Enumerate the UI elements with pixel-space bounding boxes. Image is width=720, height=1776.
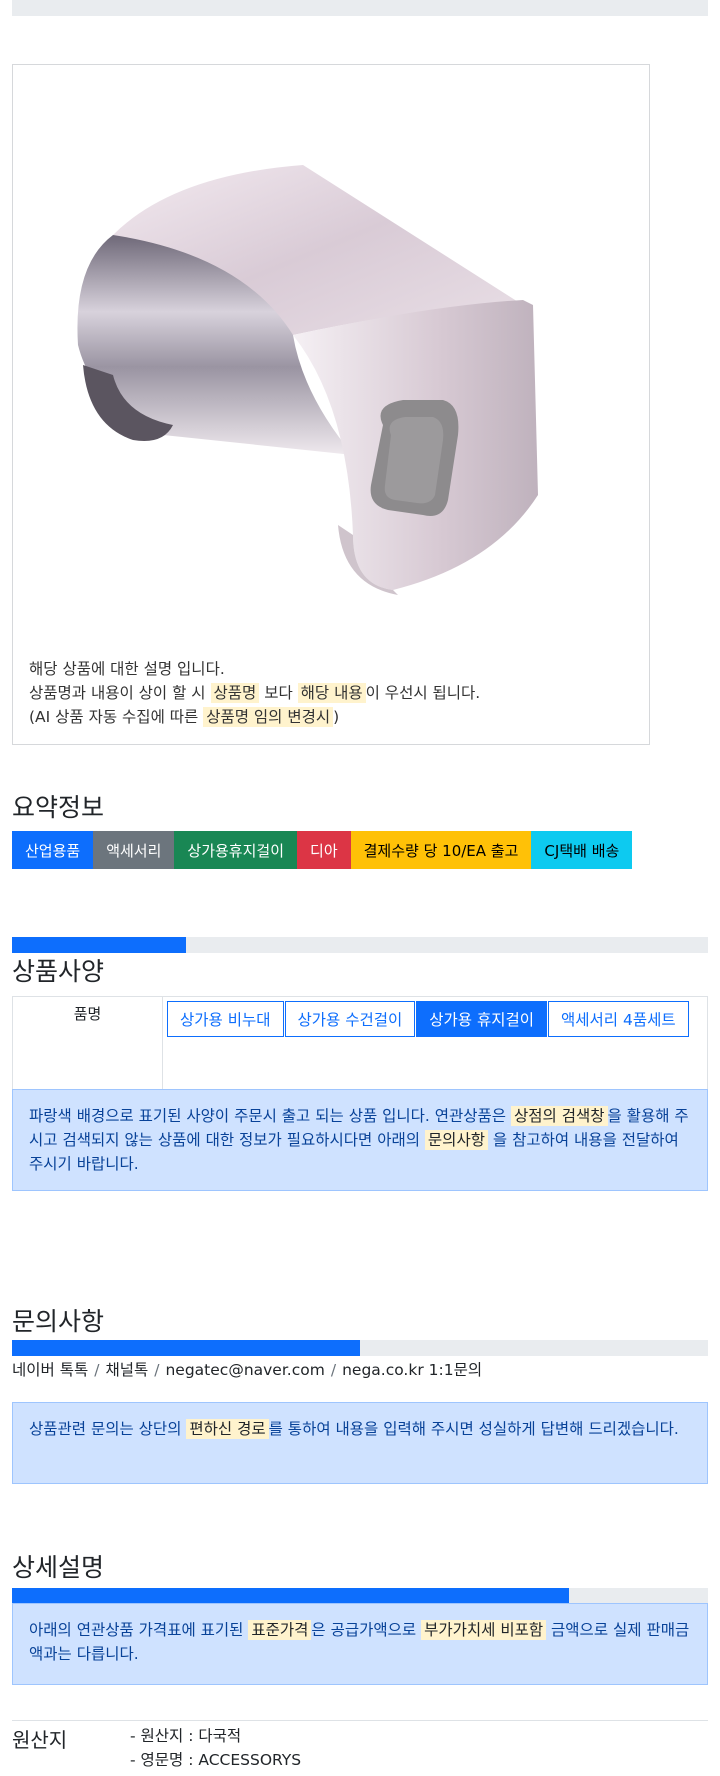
contact-website[interactable]: nega.co.kr 1:1문의 bbox=[342, 1361, 482, 1379]
inquiry-progress-fill bbox=[12, 1340, 360, 1356]
toilet-paper-holder-image bbox=[77, 165, 538, 595]
inquiry-notice: 상품관련 문의는 상단의 편하신 경로 를 통하여 내용을 입력해 주시면 성실하… bbox=[12, 1402, 708, 1484]
spec-table: 품명 상가용 비누대 상가용 수건걸이 상가용 휴지걸이 액세서리 4품세트 bbox=[12, 996, 708, 1090]
spec-options: 상가용 비누대 상가용 수건걸이 상가용 휴지걸이 액세서리 4품세트 bbox=[167, 1001, 697, 1043]
badge-category: 산업용품 bbox=[12, 831, 94, 869]
contact-email[interactable]: negatec@naver.com bbox=[165, 1361, 324, 1379]
highlight-product-name: 상품명 bbox=[210, 683, 260, 703]
notice-text: 은 공급가액으로 bbox=[311, 1621, 422, 1639]
spec-title: 상품사양 bbox=[12, 957, 105, 986]
highlight-store-search: 상점의 검색창 bbox=[511, 1106, 608, 1126]
highlight-convenient-route: 편하신 경로 bbox=[186, 1419, 269, 1439]
inquiry-title: 문의사항 bbox=[12, 1307, 105, 1336]
notice-text: 파랑색 배경으로 표기된 사양이 주문시 출고 되는 상품 입니다. 연관상품은 bbox=[29, 1107, 511, 1125]
spec-progress-fill bbox=[12, 937, 186, 953]
description-line-3: (AI 상품 자동 수집에 따른 상품명 임의 변경시) bbox=[29, 705, 480, 729]
top-progress-bar bbox=[12, 0, 708, 16]
highlight-content: 해당 내용 bbox=[297, 683, 366, 703]
option-soap-dish[interactable]: 상가용 비누대 bbox=[167, 1001, 284, 1037]
detail-notice: 아래의 연관상품 가격표에 표기된 표준가격 은 공급가액으로 부가가치세 비포함… bbox=[12, 1603, 708, 1685]
product-image-card: 해당 상품에 대한 설명 입니다. 상품명과 내용이 상이 할 시 상품명 보다… bbox=[12, 64, 650, 745]
notice-text: 아래의 연관상품 가격표에 표기된 bbox=[29, 1621, 249, 1639]
inquiry-progress-bar bbox=[12, 1340, 708, 1356]
description-text: (AI 상품 자동 수집에 따른 bbox=[29, 708, 204, 726]
origin-divider bbox=[12, 1720, 708, 1721]
badge-quantity: 결제수량 당 10/EA 출고 bbox=[350, 831, 532, 869]
description-text: 보다 bbox=[259, 684, 298, 702]
summary-badges: 산업용품 액세서리 상가용휴지걸이 디아 결제수량 당 10/EA 출고 CJ택… bbox=[12, 831, 633, 869]
badge-shipping: CJ택배 배송 bbox=[531, 831, 633, 869]
image-description: 해당 상품에 대한 설명 입니다. 상품명과 내용이 상이 할 시 상품명 보다… bbox=[29, 657, 480, 729]
origin-country: - 원산지 : 다국적 bbox=[130, 1727, 242, 1745]
description-text: ) bbox=[333, 708, 340, 726]
contact-channel-talk[interactable]: 채널톡 bbox=[105, 1361, 148, 1379]
origin-list: - 원산지 : 다국적 - 영문명 : ACCESSORYS bbox=[130, 1724, 301, 1772]
description-line-2: 상품명과 내용이 상이 할 시 상품명 보다 해당 내용 이 우선시 됩니다. bbox=[29, 681, 480, 705]
contact-naver-talk[interactable]: 네이버 톡톡 bbox=[12, 1361, 88, 1379]
origin-english-name: - 영문명 : ACCESSORYS bbox=[130, 1751, 302, 1769]
option-towel-bar[interactable]: 상가용 수건걸이 bbox=[284, 1001, 416, 1037]
description-text: 상품명과 내용이 상이 할 시 bbox=[29, 684, 211, 702]
highlight-inquiry: 문의사항 bbox=[424, 1130, 488, 1150]
separator: / bbox=[154, 1361, 160, 1379]
detail-progress-bar bbox=[12, 1588, 708, 1604]
badge-product-type: 상가용휴지걸이 bbox=[174, 831, 298, 869]
notice-text: 를 통하여 내용을 입력해 주시면 성실하게 답변해 드리겠습니다. bbox=[268, 1420, 679, 1438]
detail-title: 상세설명 bbox=[12, 1553, 105, 1582]
origin-label: 원산지 bbox=[12, 1728, 68, 1752]
summary-title: 요약정보 bbox=[12, 793, 105, 822]
spec-notice: 파랑색 배경으로 표기된 사양이 주문시 출고 되는 상품 입니다. 연관상품은… bbox=[12, 1089, 708, 1191]
description-line-1: 해당 상품에 대한 설명 입니다. bbox=[29, 660, 225, 678]
spec-label: 품명 bbox=[13, 997, 163, 1089]
highlight-standard-price: 표준가격 bbox=[248, 1620, 312, 1640]
separator: / bbox=[330, 1361, 337, 1379]
notice-text: 상품관련 문의는 상단의 bbox=[29, 1420, 187, 1438]
badge-subcategory: 액세서리 bbox=[93, 831, 175, 869]
contact-breadcrumb: 네이버 톡톡 / 채널톡 / negatec@naver.com / nega.co.kr … bbox=[12, 1358, 482, 1380]
highlight-vat-excluded: 부가가치세 비포함 bbox=[421, 1620, 547, 1640]
option-paper-holder[interactable]: 상가용 휴지걸이 bbox=[416, 1001, 547, 1037]
highlight-name-change: 상품명 임의 변경시 bbox=[203, 707, 334, 727]
separator: / bbox=[94, 1361, 100, 1379]
description-text: 이 우선시 됩니다. bbox=[365, 684, 481, 702]
badge-brand: 디아 bbox=[297, 831, 351, 869]
detail-progress-fill bbox=[12, 1588, 569, 1604]
spec-progress-bar bbox=[12, 937, 708, 953]
option-accessory-set[interactable]: 액세서리 4품세트 bbox=[548, 1001, 689, 1037]
